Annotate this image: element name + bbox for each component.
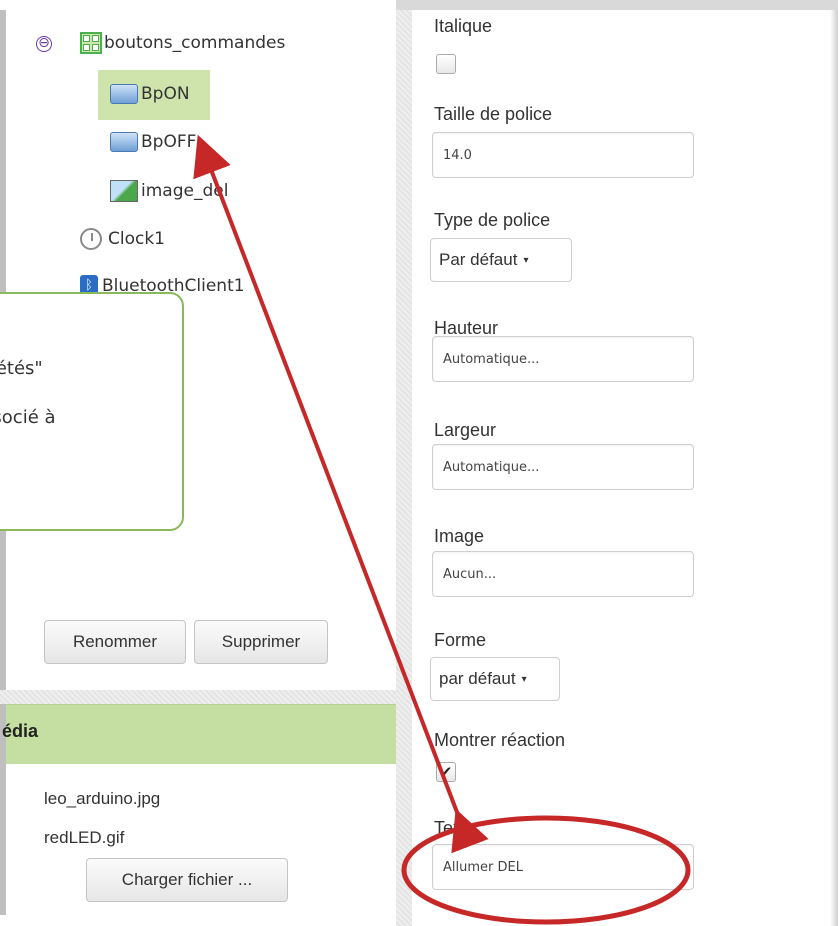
image-label: Image [434,526,485,546]
delete-button[interactable]: Supprimer [194,620,328,664]
media-separator [0,690,396,704]
collapse-icon[interactable]: ⊖ [36,36,52,52]
media-file-item[interactable]: leo_arduino.jpg [44,789,160,809]
media-header-title: édia [2,721,39,741]
text-input[interactable]: Allumer DEL [432,844,694,890]
font-type-label: Type de police [434,210,551,230]
annotation-callout: priétés" associé à on [0,292,184,531]
dropdown-caret-icon: ▾ [521,673,527,685]
button-component-icon [110,132,138,152]
italic-checkbox[interactable] [436,54,456,74]
arrangement-icon [80,32,102,54]
callout-line: associé à [0,407,56,428]
clock-icon [80,228,102,250]
tree-item-label: BpON [141,84,190,104]
right-edge-shadow [830,10,838,926]
tree-item-label: Clock1 [108,229,166,249]
font-type-dropdown[interactable]: Par défaut ▾ [430,238,572,282]
tree-item-label: image_del [141,181,229,201]
tree-item-label: BpOFF [141,132,197,152]
width-label: Largeur [434,420,497,440]
media-header: édia [2,704,396,764]
tree-item-boutons-commandes[interactable]: boutons_commandes [80,32,285,54]
dropdown-caret-icon: ▾ [523,254,529,266]
width-input[interactable]: Automatique... [432,444,694,490]
italic-label: Italique [434,16,493,36]
tree-item-bpon[interactable]: BpON [110,84,190,104]
shape-label: Forme [434,630,487,650]
text-label: Texte [434,818,478,838]
shape-dropdown[interactable]: par défaut ▾ [430,657,560,701]
shape-value: par défaut [439,669,516,688]
tree-item-bpoff[interactable]: BpOFF [110,132,196,152]
properties-panel: Italique Taille de police 14.0 Type de p… [412,10,830,926]
height-input[interactable]: Automatique... [432,336,694,382]
image-component-icon [110,180,138,202]
tree-item-image-del[interactable]: image_del [110,180,228,202]
tree-item-clock1[interactable]: Clock1 [80,228,165,250]
font-size-input[interactable]: 14.0 [432,132,694,178]
media-file-item[interactable]: redLED.gif [44,828,124,848]
button-component-icon [110,84,138,104]
font-type-value: Par défaut [439,250,518,269]
upload-file-button[interactable]: Charger fichier ... [86,858,288,902]
tree-item-label: boutons_commandes [104,33,286,53]
image-input[interactable]: Aucun... [432,551,694,597]
callout-line: priétés" [0,358,43,379]
screenshot-frame: ⊖ boutons_commandes BpON BpOFF image_del… [0,0,838,926]
show-feedback-checkbox[interactable]: ✔ [436,762,456,782]
rename-button[interactable]: Renommer [44,620,186,664]
panel-divider[interactable] [396,10,412,926]
font-size-label: Taille de police [434,104,553,124]
show-feedback-label: Montrer réaction [434,730,566,750]
